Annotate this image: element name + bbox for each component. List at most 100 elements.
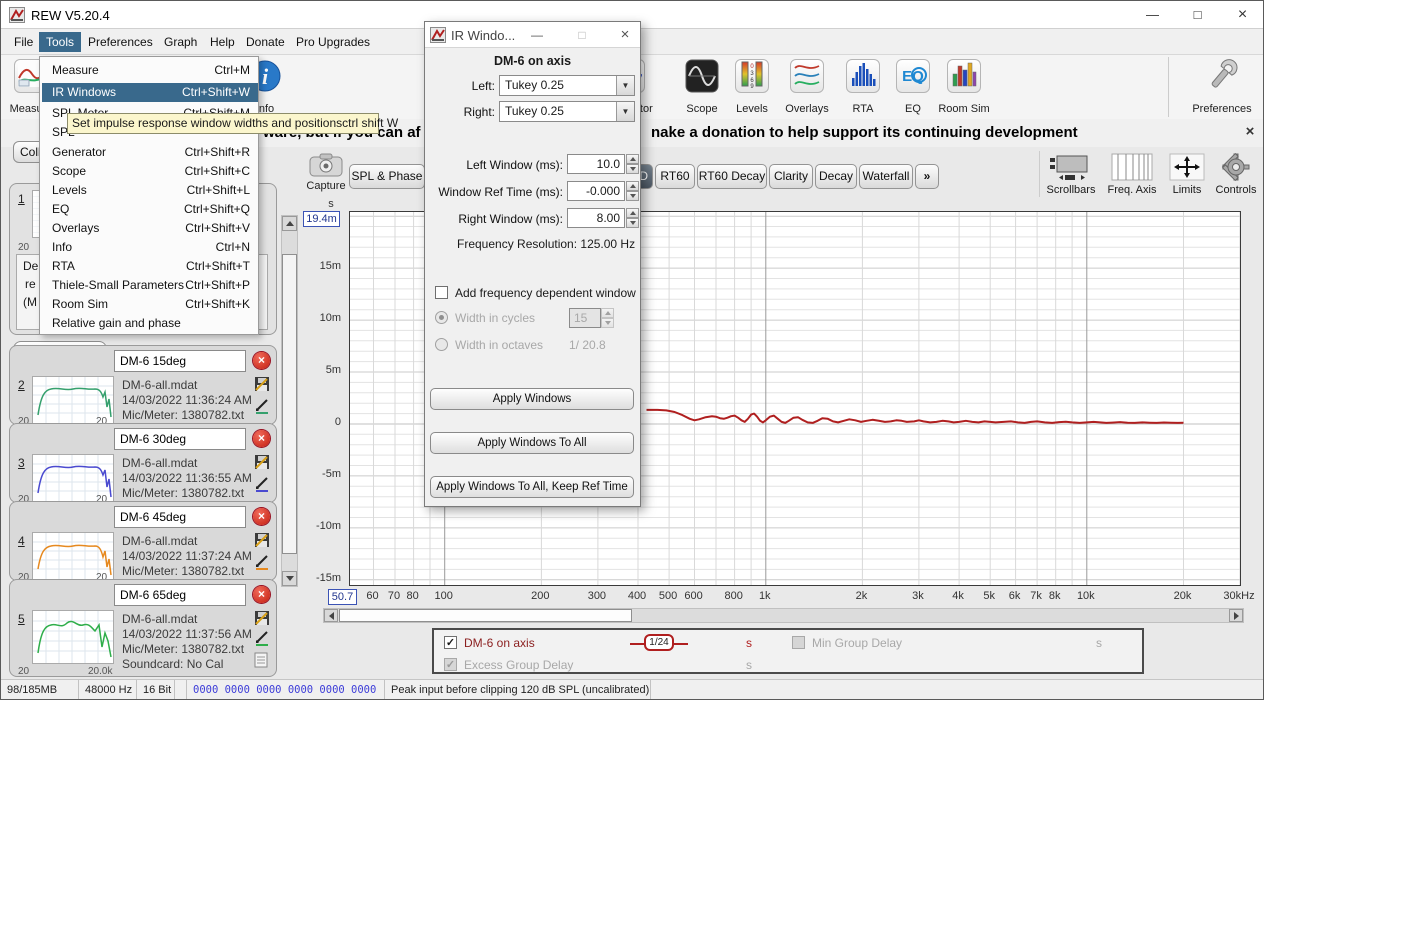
- measurement-card-2[interactable]: × 2 20 20 DM-6-all.mdat 14/03/2022 11:36…: [9, 345, 277, 425]
- tab-waterfall[interactable]: Waterfall: [859, 164, 913, 189]
- apply-windows-keep-ref-button[interactable]: Apply Windows To All, Keep Ref Time: [430, 476, 634, 498]
- toolbar-levels-button[interactable]: 0 3 6 9 Levels: [727, 57, 777, 117]
- thumb-axis-left: 20: [18, 242, 29, 253]
- toolbar-preferences-button[interactable]: Preferences: [1187, 57, 1257, 117]
- left-window-type-select[interactable]: Tukey 0.25 ▼: [499, 75, 635, 96]
- ref-time-spinner[interactable]: [626, 181, 639, 201]
- document-icon[interactable]: [254, 652, 268, 671]
- tab-clarity[interactable]: Clarity: [769, 164, 813, 189]
- tab-decay[interactable]: Decay: [815, 164, 857, 189]
- measurement-name-input[interactable]: [114, 350, 246, 372]
- menu-item-measure[interactable]: MeasureCtrl+M: [42, 61, 258, 80]
- menu-donate[interactable]: Donate: [239, 32, 292, 52]
- scrollbar-thumb[interactable]: [339, 609, 632, 622]
- tab-spl-phase[interactable]: SPL & Phase: [349, 164, 425, 189]
- measurement-card-4[interactable]: × 4 20 20 DM-6-all.mdat 14/03/2022 11:37…: [9, 501, 277, 581]
- ref-time-input[interactable]: -0.000: [567, 181, 625, 201]
- menu-item-relative-gain[interactable]: Relative gain and phase: [42, 314, 258, 333]
- right-window-input[interactable]: 8.00: [567, 208, 625, 228]
- apply-windows-button[interactable]: Apply Windows: [430, 388, 634, 410]
- menu-item-info[interactable]: InfoCtrl+N: [42, 238, 258, 257]
- width-cycles-input: 15: [569, 308, 601, 328]
- min-group-delay-checkbox[interactable]: [792, 636, 805, 649]
- smoothing-line-left: [630, 643, 644, 645]
- notes-line: (M: [23, 295, 37, 309]
- maximize-button[interactable]: □: [1175, 1, 1220, 29]
- menu-preferences[interactable]: Preferences: [81, 32, 160, 52]
- scroll-right-icon[interactable]: [1229, 609, 1243, 622]
- graph-controls-separator: [1039, 151, 1040, 197]
- x-tick-label: 10k: [1077, 590, 1095, 602]
- scroll-left-icon[interactable]: [324, 609, 338, 622]
- tools-menu-popup: MeasureCtrl+M IR WindowsCtrl+Shift+W SPL…: [39, 56, 259, 335]
- menu-pro-upgrades[interactable]: Pro Upgrades: [289, 32, 377, 52]
- limits-button[interactable]: Limits: [1165, 153, 1209, 196]
- x-tick-label: 70: [388, 590, 400, 602]
- dialog-title-bar[interactable]: IR Windo... — □ ×: [425, 22, 640, 48]
- menu-graph[interactable]: Graph: [157, 32, 204, 52]
- menu-item-overlays[interactable]: OverlaysCtrl+Shift+V: [42, 219, 258, 238]
- delete-measurement-icon[interactable]: ×: [253, 586, 270, 603]
- controls-button[interactable]: Controls: [1211, 153, 1261, 196]
- right-window-type-value: Tukey 0.25: [505, 104, 564, 118]
- tab-rt60-decay[interactable]: RT60 Decay: [697, 164, 767, 189]
- menu-item-eq[interactable]: EQCtrl+Shift+Q: [42, 200, 258, 219]
- smoothing-badge[interactable]: 1/24: [644, 634, 674, 651]
- trace-pen-icon[interactable]: [254, 630, 270, 649]
- graph-h-scrollbar[interactable]: [323, 608, 1244, 623]
- chevron-down-icon[interactable]: ▼: [616, 102, 634, 121]
- minimize-button[interactable]: —: [1130, 1, 1175, 29]
- chevron-down-icon[interactable]: ▼: [616, 76, 634, 95]
- measurement-name-input[interactable]: [114, 584, 246, 606]
- toolbar-eq-button[interactable]: EQ EQ: [891, 57, 935, 117]
- menu-file[interactable]: File: [7, 32, 40, 52]
- excess-group-delay-checkbox[interactable]: ✓: [444, 658, 457, 671]
- status-spacer: [175, 680, 187, 700]
- menu-item-room-sim[interactable]: Room SimCtrl+Shift+K: [42, 295, 258, 314]
- menu-item-rta[interactable]: RTACtrl+Shift+T: [42, 257, 258, 276]
- left-window-input[interactable]: 10.0: [567, 154, 625, 174]
- measurement-mic: Mic/Meter: 1380782.txt: [122, 564, 244, 578]
- status-bit-depth: 16 Bit: [137, 680, 175, 700]
- measurement-name-input[interactable]: [114, 428, 246, 450]
- capture-button[interactable]: Capture: [303, 153, 349, 197]
- tab-rt60[interactable]: RT60: [655, 164, 695, 189]
- x-tick-label: 600: [684, 590, 702, 602]
- left-window-type-value: Tukey 0.25: [505, 78, 564, 92]
- right-window-type-select[interactable]: Tukey 0.25 ▼: [499, 101, 635, 122]
- toolbar-separator: [1168, 57, 1169, 117]
- width-cycles-radio: [435, 311, 448, 324]
- right-window-spinner[interactable]: [626, 208, 639, 228]
- fdw-checkbox[interactable]: [435, 286, 448, 299]
- banner-close-icon[interactable]: ×: [1241, 123, 1259, 141]
- trace-checkbox[interactable]: ✓: [444, 636, 457, 649]
- dialog-close-button[interactable]: ×: [608, 22, 642, 48]
- dialog-minimize-button[interactable]: —: [520, 22, 554, 48]
- measurement-card-3[interactable]: × 3 20 20 DM-6-all.mdat 14/03/2022 11:36…: [9, 423, 277, 503]
- freq-axis-button[interactable]: Freq. Axis: [1103, 153, 1161, 196]
- toolbar-overlays-button[interactable]: Overlays: [779, 57, 835, 117]
- menu-item-ir-windows[interactable]: IR WindowsCtrl+Shift+W: [42, 83, 258, 102]
- menu-item-levels[interactable]: LevelsCtrl+Shift+L: [42, 181, 258, 200]
- x-tick-label: 500: [659, 590, 677, 602]
- excess-group-delay-unit: s: [746, 658, 752, 672]
- menu-item-scope[interactable]: ScopeCtrl+Shift+C: [42, 162, 258, 181]
- scrollbars-button[interactable]: Scrollbars: [1043, 153, 1099, 196]
- measurement-card-5[interactable]: × 5 20 20.0k DM-6-all.mdat 14/03/2022 11…: [9, 579, 277, 677]
- menu-item-thiele-small[interactable]: Thiele-Small ParametersCtrl+Shift+P: [42, 276, 258, 295]
- tab-overflow-chevron[interactable]: »: [915, 164, 939, 189]
- menu-item-generator[interactable]: GeneratorCtrl+Shift+R: [42, 143, 258, 162]
- left-window-spinner[interactable]: [626, 154, 639, 174]
- toolbar-room-sim-button[interactable]: Room Sim: [937, 57, 991, 117]
- menu-help[interactable]: Help: [203, 32, 242, 52]
- toolbar-rta-label: RTA: [841, 103, 885, 115]
- apply-windows-to-all-button[interactable]: Apply Windows To All: [430, 432, 634, 454]
- ir-windows-dialog[interactable]: IR Windo... — □ × DM-6 on axis Left: Tuk…: [424, 21, 641, 507]
- menu-tools[interactable]: Tools: [39, 32, 81, 52]
- save-icon[interactable]: [254, 610, 270, 629]
- toolbar-scope-button[interactable]: Scope: [677, 57, 727, 117]
- toolbar-rta-button[interactable]: RTA: [841, 57, 885, 117]
- x-tick-label: 4k: [952, 590, 964, 602]
- measurement-name-input[interactable]: [114, 506, 246, 528]
- close-button[interactable]: ×: [1220, 1, 1264, 29]
